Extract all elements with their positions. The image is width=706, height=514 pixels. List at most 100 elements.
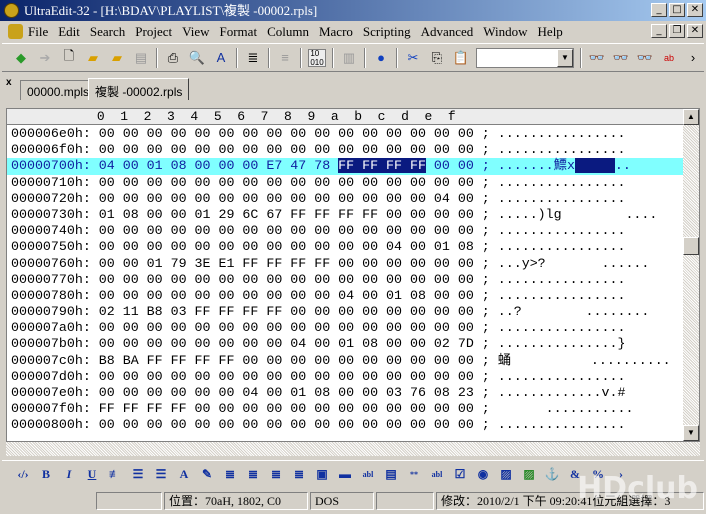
hex-editor[interactable]: 0 1 2 3 4 5 6 7 8 9 a b c d e f 000006e0… [6,108,700,442]
column-mode-icon[interactable]: ▥ [340,49,358,67]
form-icon[interactable]: ▣ [313,466,331,484]
row-hex[interactable]: 00 00 00 00 00 00 00 00 00 00 04 00 01 0… [99,288,474,303]
font-icon[interactable]: A [175,466,193,484]
row-ascii[interactable]: ........... [498,401,634,416]
row-hex[interactable]: 00 00 00 00 00 00 00 00 00 00 00 00 00 0… [99,320,474,335]
row-ascii[interactable]: .......鰾x .. [498,158,631,174]
hex-mode-icon[interactable]: 10 010 [308,48,326,67]
anchor-icon[interactable]: ⚓ [543,466,561,484]
open-folder-icon[interactable]: ▰ [84,49,102,67]
row-ascii[interactable]: ................ [498,239,626,254]
row-hex[interactable]: 00 00 00 00 00 00 00 00 00 00 00 00 00 0… [99,142,474,157]
minimize-button[interactable]: _ [651,3,667,17]
image-button-icon[interactable]: ▨ [497,466,515,484]
new-file-icon[interactable]: 🗋 [60,48,78,67]
horizontal-scrollbar[interactable] [6,442,700,456]
row-ascii[interactable]: .............v.# [498,385,626,400]
row-hex[interactable]: 00 00 00 00 00 00 04 00 01 08 00 00 03 7… [99,385,474,400]
back-icon[interactable]: ◆ [12,49,30,67]
find-prev-icon[interactable]: 👓 [612,49,630,67]
maximize-button[interactable]: □ [669,3,685,17]
row-ascii[interactable]: .....)lg .... [498,207,658,222]
bold-icon[interactable]: B [37,466,55,484]
bullet-list-icon[interactable]: ☰ [129,466,147,484]
hex-row[interactable]: 00000700h: 04 00 01 08 00 00 00 E7 47 78… [7,158,685,175]
row-hex[interactable]: 00 00 01 79 3E E1 FF FF FF FF 00 00 00 0… [99,256,474,271]
spell-check-icon[interactable]: A [212,49,230,67]
print-preview-icon[interactable]: 🔍 [188,49,206,67]
menu-advanced[interactable]: Advanced [421,24,474,40]
menu-project[interactable]: Project [135,24,172,40]
hex-row[interactable]: 00000800h: 00 00 00 00 00 00 00 00 00 00… [7,417,685,433]
find-icon[interactable]: 👓 [588,49,606,67]
cut-icon[interactable]: ✂ [404,49,422,67]
open-recent-icon[interactable]: ▰ [108,49,126,67]
row-ascii[interactable]: ................ [498,417,626,432]
underline-icon[interactable]: U [83,466,101,484]
menu-help[interactable]: Help [538,24,563,40]
checkbox-icon[interactable]: ☑ [451,466,469,484]
color-icon[interactable]: ✎ [198,466,216,484]
scroll-down-icon[interactable]: ▼ [683,425,699,441]
html-tag-icon[interactable]: ‹/› [14,466,32,484]
menu-window[interactable]: Window [483,24,527,40]
menu-search[interactable]: Search [90,24,125,40]
save-icon[interactable]: ▤ [132,49,150,67]
hex-row[interactable]: 00000750h: 00 00 00 00 00 00 00 00 00 00… [7,239,685,255]
hex-row[interactable]: 00000780h: 00 00 00 00 00 00 00 00 00 00… [7,288,685,304]
radio-icon[interactable]: ◉ [474,466,492,484]
hex-row[interactable]: 00000720h: 00 00 00 00 00 00 00 00 00 00… [7,191,685,207]
copy-icon[interactable]: ⎘ [428,49,446,67]
forward-icon[interactable]: ➔ [36,49,54,67]
paragraph-icon[interactable]: ≢ [106,466,124,484]
chevron-down-icon[interactable]: ▼ [557,48,573,67]
italic-icon[interactable]: I [60,466,78,484]
heading3-icon[interactable]: ≣ [267,466,285,484]
row-ascii[interactable]: ................ [498,126,626,141]
print-icon[interactable]: ⎙ [164,49,182,67]
textfield-icon[interactable]: abl [359,466,377,484]
doc-restore-button[interactable]: ❐ [669,24,685,38]
row-hex[interactable]: 00 00 00 00 00 00 00 00 00 00 00 00 00 0… [99,223,474,238]
row-ascii[interactable]: ...............} [498,336,626,351]
password-icon[interactable]: ** [405,466,423,484]
heading1-icon[interactable]: ≣ [221,466,239,484]
menu-macro[interactable]: Macro [319,24,353,40]
button-icon[interactable]: ▬ [336,466,354,484]
tab-00002-rpls[interactable]: 複製 -00002.rpls [88,78,190,100]
hex-row[interactable]: 000007c0h: B8 BA FF FF FF FF 00 00 00 00… [7,353,685,369]
row-hex[interactable]: 00 00 00 00 00 00 00 00 00 00 00 00 00 0… [99,369,474,384]
hex-row[interactable]: 000007f0h: FF FF FF FF 00 00 00 00 00 00… [7,401,685,417]
row-hex[interactable]: 00 00 00 00 00 00 00 00 00 00 00 00 00 0… [99,272,474,287]
doc-minimize-button[interactable]: _ [651,24,667,38]
row-hex[interactable]: 00 00 00 00 00 00 00 00 00 00 00 00 00 0… [99,191,474,206]
hex-row[interactable]: 000007a0h: 00 00 00 00 00 00 00 00 00 00… [7,320,685,336]
menu-format[interactable]: Format [220,24,258,40]
hex-row[interactable]: 00000740h: 00 00 00 00 00 00 00 00 00 00… [7,223,685,239]
row-ascii[interactable]: ...y>? ...... [498,256,650,271]
menu-file[interactable]: File [28,24,48,40]
hex-row[interactable]: 000006f0h: 00 00 00 00 00 00 00 00 00 00… [7,142,685,158]
find-next-icon[interactable]: 👓 [636,49,654,67]
browser-icon[interactable]: ● [372,49,390,67]
document-list-icon[interactable]: ≣ [244,49,262,67]
row-hex[interactable]: FF FF FF FF 00 00 00 00 00 00 00 00 00 0… [99,401,474,416]
hex-row[interactable]: 000007e0h: 00 00 00 00 00 00 04 00 01 08… [7,385,685,401]
close-tab-icon[interactable]: x [6,77,12,88]
hex-row[interactable]: 00000770h: 00 00 00 00 00 00 00 00 00 00… [7,272,685,288]
row-ascii[interactable]: 蛹 .......... [498,353,671,368]
clipboard-combo[interactable]: ▼ [476,47,574,68]
row-hex[interactable]: B8 BA FF FF FF FF 00 00 00 00 00 00 00 0… [99,353,474,368]
hex-row[interactable]: 00000730h: 01 08 00 00 01 29 6C 67 FF FF… [7,207,685,223]
hex-row[interactable]: 000007d0h: 00 00 00 00 00 00 00 00 00 00… [7,369,685,385]
row-hex[interactable]: 00 00 00 00 00 00 00 00 00 00 00 00 00 0… [99,175,474,190]
scroll-thumb[interactable] [683,237,699,255]
tab-00000-mpls[interactable]: 00000.mpls [20,80,97,100]
hex-row[interactable]: 00000760h: 00 00 01 79 3E E1 FF FF FF FF… [7,256,685,272]
row-ascii[interactable]: ................ [498,191,626,206]
row-hex[interactable]: 00 00 00 00 00 00 00 00 04 00 01 08 00 0… [99,336,474,351]
hex-row[interactable]: 00000790h: 02 11 B8 03 FF FF FF FF 00 00… [7,304,685,320]
close-button[interactable]: ✕ [687,3,703,17]
row-ascii[interactable]: ................ [498,142,626,157]
numbered-list-icon[interactable]: ☰ [152,466,170,484]
